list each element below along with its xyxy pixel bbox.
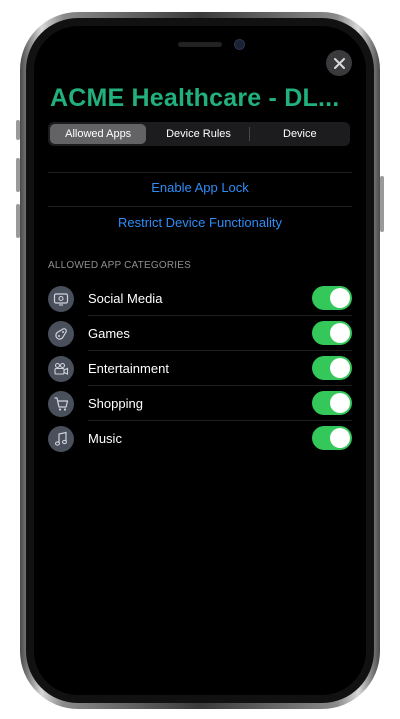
divider bbox=[88, 315, 352, 316]
category-label: Games bbox=[88, 326, 130, 341]
tab-bar: Allowed Apps Device Rules Device bbox=[48, 122, 350, 146]
allowed-app-categories-header: ALLOWED APP CATEGORIES bbox=[48, 260, 191, 271]
shopping-icon bbox=[48, 391, 74, 417]
toggle-knob bbox=[330, 428, 350, 448]
toggle-knob bbox=[330, 288, 350, 308]
music-toggle[interactable] bbox=[312, 426, 352, 450]
toggle-knob bbox=[330, 393, 350, 413]
enable-app-lock-button[interactable]: Enable App Lock bbox=[48, 170, 352, 204]
toggle-knob bbox=[330, 358, 350, 378]
music-icon bbox=[48, 426, 74, 452]
power-button bbox=[380, 176, 384, 232]
entertainment-icon bbox=[48, 356, 74, 382]
category-label: Music bbox=[88, 431, 122, 446]
category-row-social-media: Social Media bbox=[48, 282, 352, 316]
speaker-grille bbox=[178, 42, 222, 47]
divider bbox=[88, 350, 352, 351]
restrict-device-functionality-button[interactable]: Restrict Device Functionality bbox=[48, 205, 352, 239]
close-button[interactable] bbox=[326, 50, 352, 76]
notch bbox=[120, 26, 280, 52]
screen: ACME Healthcare - DL... Allowed Apps Dev… bbox=[34, 26, 366, 695]
social-media-icon bbox=[48, 286, 74, 312]
games-toggle[interactable] bbox=[312, 321, 352, 345]
category-label: Entertainment bbox=[88, 361, 169, 376]
category-row-music: Music bbox=[48, 422, 352, 456]
toggle-knob bbox=[330, 323, 350, 343]
front-camera bbox=[234, 39, 245, 50]
games-icon bbox=[48, 321, 74, 347]
page-title: ACME Healthcare - DL... bbox=[50, 84, 340, 112]
entertainment-toggle[interactable] bbox=[312, 356, 352, 380]
tab-device-rules[interactable]: Device Rules bbox=[150, 124, 246, 144]
category-row-entertainment: Entertainment bbox=[48, 352, 352, 386]
tab-device[interactable]: Device bbox=[252, 124, 348, 144]
shopping-toggle[interactable] bbox=[312, 391, 352, 415]
divider bbox=[88, 420, 352, 421]
category-row-games: Games bbox=[48, 317, 352, 351]
close-icon bbox=[333, 57, 345, 69]
social-media-toggle[interactable] bbox=[312, 286, 352, 310]
category-label: Social Media bbox=[88, 291, 163, 306]
tab-divider bbox=[248, 127, 250, 141]
divider bbox=[88, 385, 352, 386]
category-label: Shopping bbox=[88, 396, 143, 411]
category-row-shopping: Shopping bbox=[48, 387, 352, 421]
tab-allowed-apps[interactable]: Allowed Apps bbox=[50, 124, 147, 144]
